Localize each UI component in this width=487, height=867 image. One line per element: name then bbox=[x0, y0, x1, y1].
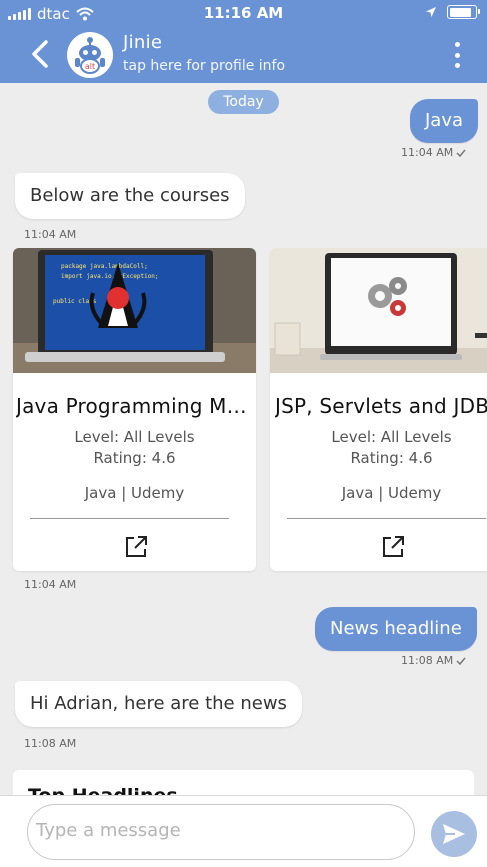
location-icon bbox=[426, 7, 436, 17]
course-card[interactable]: package java.lambdaColl; import java.io.… bbox=[13, 248, 256, 571]
message-time: 11:04 AM bbox=[24, 228, 77, 241]
message-time: 11:04 AM bbox=[401, 146, 466, 159]
status-time: 11:16 AM bbox=[203, 4, 284, 22]
menu-dots-icon bbox=[454, 42, 460, 47]
checkmark-icon bbox=[456, 657, 466, 665]
composer-bar bbox=[0, 795, 487, 867]
news-card-title: Top Headlines bbox=[28, 785, 178, 795]
message-time: 11:08 AM bbox=[24, 737, 77, 750]
course-tags: Java | Udemy bbox=[341, 484, 442, 502]
incoming-message[interactable]: Below are the courses bbox=[15, 173, 245, 219]
divider bbox=[287, 518, 486, 519]
send-button[interactable] bbox=[431, 811, 477, 857]
message-time: 11:08 AM bbox=[401, 654, 466, 667]
back-button[interactable] bbox=[28, 38, 54, 70]
course-level: Level: All Levels bbox=[331, 428, 452, 446]
course-tags: Java | Udemy bbox=[84, 484, 185, 502]
course-image bbox=[270, 248, 487, 373]
profile-hint[interactable]: tap here for profile info bbox=[123, 58, 285, 74]
open-course-button[interactable] bbox=[123, 534, 149, 560]
message-input[interactable] bbox=[27, 804, 415, 860]
outgoing-message[interactable]: News headline bbox=[315, 607, 477, 651]
divider bbox=[30, 518, 229, 519]
menu-button[interactable] bbox=[451, 42, 463, 68]
back-arrow-icon bbox=[32, 40, 48, 68]
course-card[interactable]: JSP, Servlets and JDBC Level: All Levels… bbox=[270, 248, 487, 571]
open-link-icon bbox=[383, 536, 404, 557]
chat-area[interactable]: Today Java 11:04 AM Below are the course… bbox=[0, 83, 487, 795]
open-link-icon bbox=[126, 536, 147, 557]
avatar-label: alt bbox=[85, 62, 95, 71]
outgoing-message[interactable]: Java bbox=[410, 99, 479, 143]
incoming-message[interactable]: Hi Adrian, here are the news bbox=[15, 681, 302, 727]
robot-avatar-icon: alt bbox=[75, 37, 105, 74]
status-bar: dtac 11:16 AM bbox=[0, 0, 487, 28]
contact-name[interactable]: Jinie bbox=[123, 32, 162, 53]
course-image: package java.lambdaColl; import java.io.… bbox=[13, 248, 256, 373]
course-rating: Rating: 4.6 bbox=[93, 449, 176, 467]
send-icon bbox=[443, 824, 465, 844]
checkmark-icon bbox=[456, 149, 466, 157]
svg-text:package java.lambdaColl;: package java.lambdaColl; bbox=[61, 263, 148, 270]
battery-icon bbox=[447, 5, 480, 19]
message-time: 11:04 AM bbox=[24, 578, 77, 591]
open-course-button[interactable] bbox=[380, 534, 406, 560]
status-right bbox=[425, 5, 480, 19]
avatar[interactable]: alt bbox=[67, 32, 113, 78]
svg-text:import java.io.IOException;: import java.io.IOException; bbox=[61, 273, 159, 280]
course-rating: Rating: 4.6 bbox=[350, 449, 433, 467]
news-card[interactable]: Top Headlines bbox=[13, 770, 474, 795]
course-level: Level: All Levels bbox=[74, 428, 195, 446]
course-title: JSP, Servlets and JDBC bbox=[275, 394, 487, 418]
date-separator: Today bbox=[208, 90, 279, 114]
course-title: Java Programming Ma... bbox=[16, 394, 256, 418]
chat-header: dtac 11:16 AM alt Jinie tap here for pro… bbox=[0, 0, 487, 83]
